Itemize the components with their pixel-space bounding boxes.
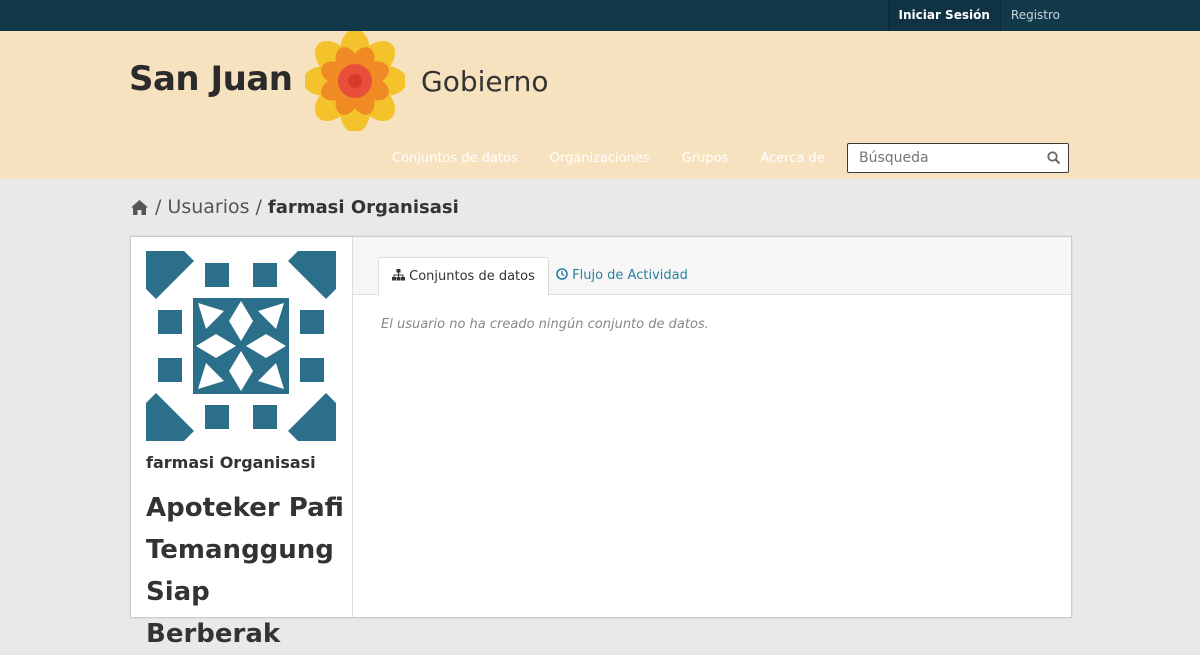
tab-datasets-label: Conjuntos de datos (409, 269, 535, 284)
search-box (847, 143, 1069, 173)
avatar (146, 251, 336, 441)
tab-activity[interactable]: Flujo de Actividad (543, 257, 701, 294)
clock-icon (556, 268, 568, 280)
brand-name[interactable]: San Juan (129, 59, 293, 99)
nav-item-about[interactable]: Acerca de (744, 151, 840, 166)
search-icon[interactable] (1047, 151, 1061, 165)
breadcrumb-users[interactable]: Usuarios (167, 196, 249, 218)
account-links: Iniciar Sesión Registro (887, 0, 1070, 31)
tabs-bar: Conjuntos de datos Flujo de Actividad (353, 237, 1071, 296)
breadcrumb-separator: / (155, 196, 162, 218)
profile-username: farmasi Organisasi (146, 453, 316, 472)
profile-fullname: Apoteker Pafi Temanggung Siap Berberak (146, 493, 344, 649)
login-link[interactable]: Iniciar Sesión (887, 0, 1000, 31)
sitemap-icon (392, 269, 405, 281)
brand-logo[interactable] (305, 31, 405, 131)
content-container: farmasi Organisasi Apoteker Pafi Temangg… (130, 236, 1072, 649)
brand-subtitle: Gobierno (421, 65, 549, 98)
empty-message: El usuario no ha creado ningún conjunto … (381, 317, 709, 332)
main-nav: Conjuntos de datos Organizaciones Grupos… (376, 151, 841, 166)
breadcrumb-current[interactable]: farmasi Organisasi (268, 197, 459, 218)
nav-item-groups[interactable]: Grupos (666, 151, 745, 166)
tab-activity-label: Flujo de Actividad (572, 268, 688, 283)
tab-datasets[interactable]: Conjuntos de datos (378, 257, 549, 296)
breadcrumb-separator: / (255, 196, 262, 218)
masthead: San Juan Gobierno Conjuntos de datos Org… (0, 31, 1200, 179)
home-icon[interactable] (130, 199, 149, 216)
main-panel: Conjuntos de datos Flujo de Actividad El… (353, 237, 1071, 617)
breadcrumb: / Usuarios / farmasi Organisasi (130, 196, 459, 218)
top-bar: Iniciar Sesión Registro (0, 0, 1200, 31)
nav-item-organizations[interactable]: Organizaciones (534, 151, 666, 166)
nav-item-datasets[interactable]: Conjuntos de datos (376, 151, 534, 166)
search-input[interactable] (857, 144, 1041, 172)
profile-sidebar: farmasi Organisasi Apoteker Pafi Temangg… (131, 237, 353, 649)
register-link[interactable]: Registro (999, 0, 1070, 31)
